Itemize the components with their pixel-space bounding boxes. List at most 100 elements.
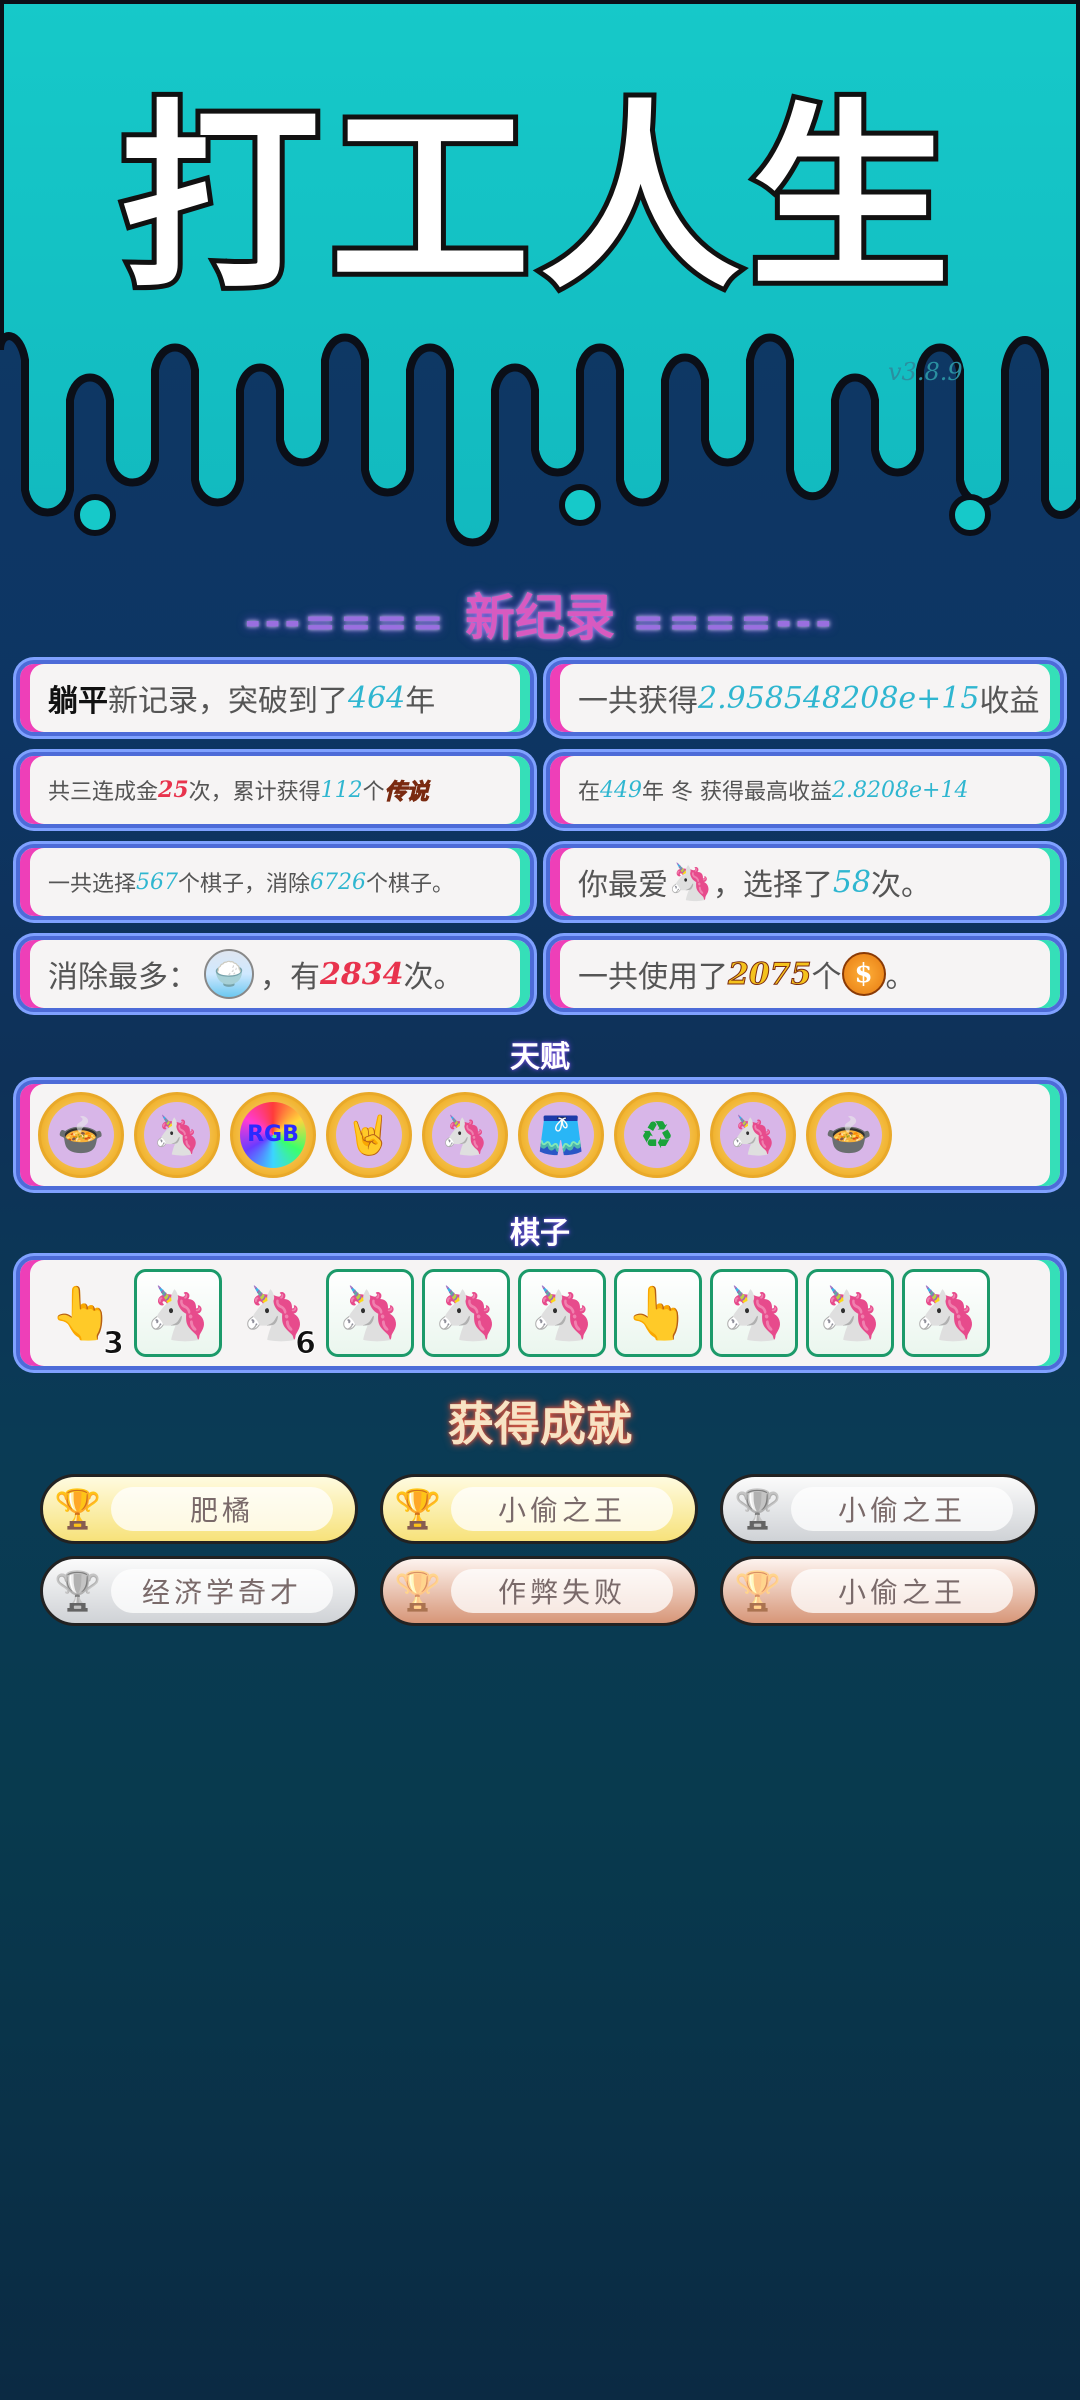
achievement-badge[interactable]: 🏆 作弊失败	[380, 1556, 698, 1626]
unicorn-icon[interactable]: 🦄	[806, 1269, 894, 1357]
record-number: 449	[600, 777, 643, 803]
achievement-label: 经济学奇才	[111, 1569, 333, 1613]
unicorn-icon[interactable]: 🦄	[134, 1269, 222, 1357]
unicorn-icon[interactable]: 🦄 6	[230, 1269, 318, 1362]
record-text: 个	[362, 780, 385, 805]
record-number: 112	[320, 777, 363, 803]
talent-glyph: ♻	[624, 1102, 690, 1168]
bronze-trophy-icon: 🏆	[734, 1568, 782, 1613]
record-text: ，选择了	[712, 868, 833, 903]
silver-trophy-icon: 🏆	[734, 1486, 782, 1531]
record-text: 消除最多：	[48, 960, 198, 995]
achievement-label: 小偷之王	[791, 1569, 1013, 1613]
piece-glyph: 🦄	[337, 1283, 403, 1344]
record-text: 一共获得	[578, 684, 698, 719]
record-text: 新记录，突破到了	[108, 684, 348, 719]
rice-bowl-icon: 🍚	[204, 949, 254, 999]
achievement-badge[interactable]: 🏆 小偷之王	[380, 1474, 698, 1544]
version-label: v3.8.9	[888, 358, 963, 386]
record-text: 收益	[979, 684, 1040, 719]
record-text: 共三连成金	[48, 780, 159, 805]
achievement-badge[interactable]: 🏆 小偷之王	[720, 1474, 1038, 1544]
achievement-badge[interactable]: 🏆 肥橘	[40, 1474, 358, 1544]
piece-glyph: 👆	[625, 1283, 691, 1344]
record-card-favorite: 你最爱 🦄 ，选择了 58 次。	[546, 844, 1064, 920]
recycle-icon[interactable]: ♻	[614, 1092, 700, 1178]
achievement-badge[interactable]: 🏆 经济学奇才	[40, 1556, 358, 1626]
record-text: 个棋子。	[366, 872, 455, 897]
gold-trophy-icon: 🏆	[394, 1486, 442, 1531]
record-text: 次。	[403, 960, 464, 995]
record-number: 6726	[310, 869, 367, 895]
header-left-dashes: ---====	[244, 600, 448, 644]
talent-glyph: 🦄	[720, 1102, 786, 1168]
piece-count: 6	[295, 1326, 317, 1362]
unicorn-coin-icon[interactable]: 🦄	[422, 1092, 508, 1178]
unicorn-icon[interactable]: 🦄	[902, 1269, 990, 1357]
record-text: 。	[885, 960, 916, 995]
talent-glyph: 🤘	[336, 1102, 402, 1168]
achievement-badge[interactable]: 🏆 小偷之王	[720, 1556, 1038, 1626]
record-number: 2.958548208e+15	[698, 680, 980, 716]
record-number: 25	[158, 777, 189, 803]
unicorn-icon[interactable]: 🦄	[326, 1269, 414, 1357]
record-number: 58	[832, 864, 872, 900]
piece-glyph: 🦄	[913, 1283, 979, 1344]
unicorn-icon[interactable]: 🦄	[710, 1269, 798, 1357]
record-card-coins-used: 一共使用了 2075 个 $ 。	[546, 936, 1064, 1012]
record-text: 年 冬 获得最高收益	[642, 780, 833, 805]
unicorn-coin-icon[interactable]: 🦄	[134, 1092, 220, 1178]
game-title: 打工人生	[115, 83, 960, 316]
unicorn-coin-icon[interactable]: 🦄	[710, 1092, 796, 1178]
record-number: 2834	[320, 956, 404, 992]
record-card-triple-gold: 共三连成金 25 次，累计获得 112 个 传说	[16, 752, 534, 828]
pointing-hand-icon[interactable]: 👆 3	[38, 1269, 126, 1362]
record-text: 你最爱	[578, 868, 668, 903]
pointing-hand-icon[interactable]: 👆	[614, 1269, 702, 1357]
new-record-header: ---==== 新纪录 ====---	[0, 578, 1080, 650]
pieces-label: 棋子	[510, 1216, 570, 1251]
coin-icon: $	[841, 952, 886, 996]
bowl-split-icon[interactable]: 🍲	[806, 1092, 892, 1178]
piece-glyph: 🦄	[145, 1283, 211, 1344]
record-text: ，有	[260, 960, 320, 995]
gold-trophy-icon: 🏆	[54, 1486, 102, 1531]
talents-strip: 🍲 🦄 RGB 🤘 🦄 🩳 ♻ 🦄 🍲	[16, 1080, 1064, 1190]
legend-tag: 传说	[384, 779, 429, 806]
achievement-label: 小偷之王	[451, 1487, 673, 1531]
record-text: 一共使用了	[578, 960, 728, 995]
rock-hand-icon[interactable]: 🤘	[326, 1092, 412, 1178]
bowl-split-icon[interactable]: 🍲	[38, 1092, 124, 1178]
record-number: 464	[348, 680, 406, 716]
skirt-icon[interactable]: 🩳	[518, 1092, 604, 1178]
unicorn-icon[interactable]: 🦄	[422, 1269, 510, 1357]
rgb-icon[interactable]: RGB	[230, 1092, 316, 1178]
achievement-label: 小偷之王	[791, 1487, 1013, 1531]
talent-glyph: 🦄	[144, 1102, 210, 1168]
record-number: 2.8208e+14	[832, 777, 969, 803]
talent-glyph: RGB	[240, 1102, 306, 1168]
piece-glyph: 🦄	[529, 1283, 595, 1344]
bronze-trophy-icon: 🏆	[394, 1568, 442, 1613]
record-text: 在	[578, 780, 601, 805]
talent-glyph: 🩳	[528, 1102, 594, 1168]
talent-glyph: 🍲	[48, 1102, 114, 1168]
talent-glyph: 🦄	[432, 1102, 498, 1168]
piece-glyph: 🦄	[817, 1283, 883, 1344]
unicorn-icon[interactable]: 🦄	[518, 1269, 606, 1357]
talent-glyph: 🍲	[816, 1102, 882, 1168]
record-prefix: 躺平	[48, 684, 108, 719]
silver-trophy-icon: 🏆	[54, 1568, 102, 1613]
record-text: 个	[811, 960, 842, 995]
record-text: 年	[405, 684, 436, 719]
record-card-pieces: 一共选择 567 个棋子，消除 6726 个棋子。	[16, 844, 534, 920]
record-number: 2075	[728, 956, 812, 992]
talents-label: 天赋	[510, 1040, 570, 1075]
record-text: 个棋子，消除	[178, 872, 311, 897]
record-text: 一共选择	[48, 872, 137, 897]
record-text: 次。	[871, 868, 932, 903]
achievements-title: 获得成就	[448, 1397, 632, 1451]
record-card-lying-flat: 躺平 新记录，突破到了 464 年	[16, 660, 534, 736]
record-card-best-income: 在 449 年 冬 获得最高收益 2.8208e+14	[546, 752, 1064, 828]
header-right-dashes: ====---	[632, 600, 836, 644]
